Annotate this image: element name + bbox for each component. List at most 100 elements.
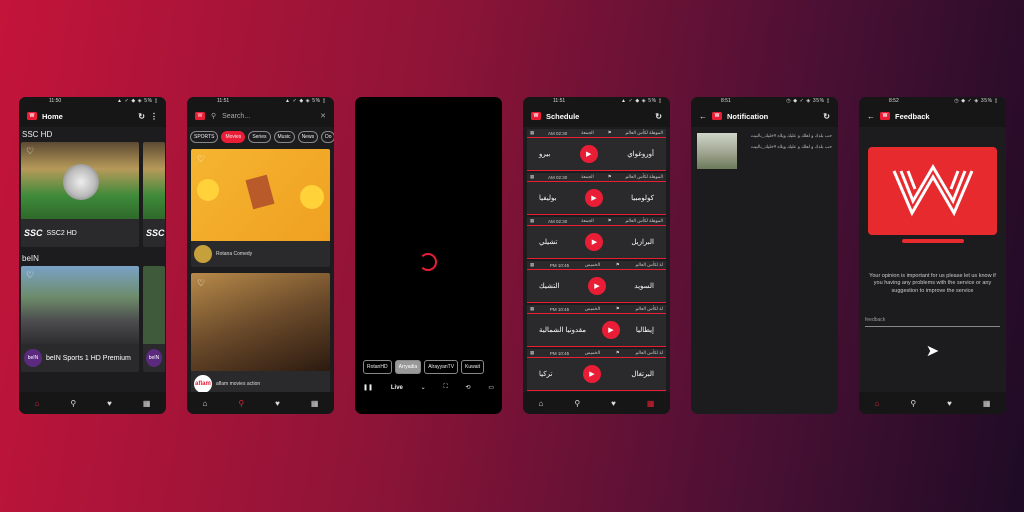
channel-logo: beIN <box>146 349 162 367</box>
movie-card[interactable]: ♡ aflam aflam movies action <box>191 273 330 397</box>
movie-info: Rotana Comedy <box>191 241 330 267</box>
notification-line: حب بلدك و اهلك و عليك ويلاه #خليك_بالبيت <box>750 133 832 138</box>
back-arrow-icon[interactable]: ← <box>699 112 707 121</box>
calendar-icon[interactable]: ▦ <box>143 399 151 408</box>
calendar-icon[interactable]: ▦ <box>311 399 319 408</box>
channel-info: SSC <box>143 219 165 247</box>
calendar-icon[interactable]: ▦ <box>983 399 991 408</box>
channel-card[interactable]: SSC <box>143 142 165 247</box>
notification-line: حب بلدك و اهلك و عليك ويلاه #خليك_بالبيت <box>750 144 832 150</box>
channel-card[interactable]: ♡ beIN beIN Sports 1 HD Premium <box>21 266 139 372</box>
match-body: التشيك ▶ السويد <box>527 270 666 302</box>
heart-icon[interactable]: ♥ <box>947 399 952 408</box>
home-icon[interactable]: ⌂ <box>538 399 543 408</box>
channel-card[interactable]: beIN <box>143 266 165 372</box>
calendar-icon: ▦ <box>530 174 535 179</box>
chip-documentary[interactable]: Do <box>321 131 334 143</box>
refresh-icon[interactable]: ↻ <box>655 112 662 121</box>
home-icon[interactable]: ⌂ <box>34 399 39 408</box>
play-icon[interactable]: ▶ <box>579 145 598 163</box>
calendar-icon[interactable]: ▦ <box>647 399 655 408</box>
match-item[interactable]: ▦ PM 10:45 الخميس ⚑ لة لكأس العالم التشي… <box>527 261 666 303</box>
team-name: السويد <box>634 283 654 290</box>
channel-thumbnail <box>143 266 165 344</box>
search-input[interactable]: Search... <box>222 113 314 120</box>
rotate-icon[interactable]: ⟲ <box>466 384 471 391</box>
match-item[interactable]: ▦ AM 02:30 الجمعة ⚑ الموهلة لكأس العالم … <box>527 217 666 259</box>
close-icon[interactable]: ✕ <box>320 112 326 120</box>
section-title: beIN <box>22 254 39 263</box>
search-icon[interactable]: ⚲ <box>574 399 580 408</box>
emoji-shape <box>300 185 324 209</box>
calendar-icon: ▦ <box>530 130 535 135</box>
heart-icon[interactable]: ♡ <box>26 270 34 281</box>
team-name: بوليفيا <box>539 195 557 202</box>
pause-icon[interactable]: ❚❚ <box>363 384 373 391</box>
chip-news[interactable]: News <box>297 131 319 143</box>
chip-sports[interactable]: SPORTS <box>190 131 219 143</box>
fullscreen-icon[interactable]: ⛶ <box>444 384 448 391</box>
notification-text: حب بلدك و اهلك و عليك ويلاه #خليك_بالبيت… <box>743 133 832 169</box>
channel-thumbnail <box>143 142 165 219</box>
play-icon[interactable]: ▶ <box>582 365 601 383</box>
refresh-icon[interactable]: ↻ <box>823 112 830 121</box>
chevron-down-icon[interactable]: ⌄ <box>421 384 426 391</box>
match-header: ▦ PM 10:45 الخميس ⚑ لة لكأس العالم <box>527 349 666 358</box>
channel-chips: RotanHD Arryadia AlrayyanTV Kuwait <box>363 360 485 374</box>
match-day: الخميس <box>584 350 601 355</box>
heart-icon[interactable]: ♡ <box>26 146 34 157</box>
heart-icon[interactable]: ♥ <box>107 399 112 408</box>
movie-card[interactable]: ♡ Rotana Comedy <box>191 149 330 267</box>
chip-music[interactable]: Music <box>273 131 295 143</box>
home-icon[interactable]: ⌂ <box>202 399 207 408</box>
channel-card[interactable]: ♡ SSC SSC2 HD <box>21 142 139 247</box>
w-logo-icon <box>892 164 973 217</box>
chip-movies[interactable]: Movies <box>221 131 246 143</box>
chip-channel[interactable]: Arryadia <box>394 360 422 374</box>
status-icons: ▲ ✓ ◆ ◈ 5% ▯ <box>621 98 662 104</box>
tournament-badge <box>63 164 99 200</box>
search-icon[interactable]: ⚲ <box>910 399 916 408</box>
match-item[interactable]: ▦ AM 02:30 الجمعة ⚑ الموهلة لكأس العالم … <box>527 173 666 215</box>
chip-channel[interactable]: AlrayyanTV <box>424 360 459 374</box>
match-item[interactable]: ▦ PM 10:45 الخميس ⚑ لة لكأس العالم تركيا… <box>527 349 666 391</box>
match-time: AM 02:30 <box>548 218 568 224</box>
match-item[interactable]: ▦ AM 02:30 الجمعة ⚑ الموهلة لكأس العالم … <box>527 129 666 171</box>
character-shape <box>245 174 275 210</box>
search-icon[interactable]: ⚲ <box>70 399 76 408</box>
send-icon[interactable]: ➤ <box>923 341 943 361</box>
match-day: الخميس <box>584 262 601 267</box>
notification-item[interactable]: حب بلدك و اهلك و عليك ويلاه #خليك_بالبيت… <box>691 127 838 175</box>
channel-thumbnail: ♡ <box>21 266 139 344</box>
play-icon[interactable]: ▶ <box>601 321 620 339</box>
refresh-icon[interactable]: ↻ <box>138 112 145 121</box>
heart-icon[interactable]: ♡ <box>197 154 205 165</box>
heart-icon[interactable]: ♥ <box>611 399 616 408</box>
movie-thumbnail: ♡ <box>191 273 330 371</box>
chip-series[interactable]: Series <box>248 131 271 143</box>
loading-spinner-icon <box>419 253 437 271</box>
play-icon[interactable]: ▶ <box>587 277 606 295</box>
team-name: تركيا <box>539 371 553 378</box>
cast-icon[interactable]: ▭ <box>488 384 494 391</box>
heart-icon[interactable]: ♡ <box>197 278 205 289</box>
play-icon[interactable]: ▶ <box>584 189 603 207</box>
match-item[interactable]: ▦ PM 10:45 الخميس ⚑ لة لكأس العالم مقدون… <box>527 305 666 347</box>
match-header: ▦ AM 02:30 الجمعة ⚑ الموهلة لكأس العالم <box>527 129 666 138</box>
chip-channel[interactable]: Kuwait <box>461 360 485 374</box>
play-icon[interactable]: ▶ <box>585 233 604 251</box>
movie-name: Rotana Comedy <box>216 251 253 257</box>
chip-channel[interactable]: RotanHD <box>363 360 392 374</box>
flag-icon: ⚑ <box>607 218 612 223</box>
heart-icon[interactable]: ♥ <box>275 399 280 408</box>
status-time: 8:52 <box>889 98 899 104</box>
home-icon[interactable]: ⌂ <box>874 399 879 408</box>
feedback-input[interactable]: feedback <box>865 317 1000 328</box>
movie-name: aflam movies action <box>216 381 261 387</box>
search-icon[interactable]: ⚲ <box>238 399 244 408</box>
back-arrow-icon[interactable]: ← <box>867 112 875 121</box>
match-day: الجمعة <box>581 218 594 223</box>
more-icon[interactable]: ⋮ <box>150 112 158 121</box>
match-body: تشيلي ▶ البرازيل <box>527 226 666 258</box>
match-time: PM 10:45 <box>549 350 570 356</box>
